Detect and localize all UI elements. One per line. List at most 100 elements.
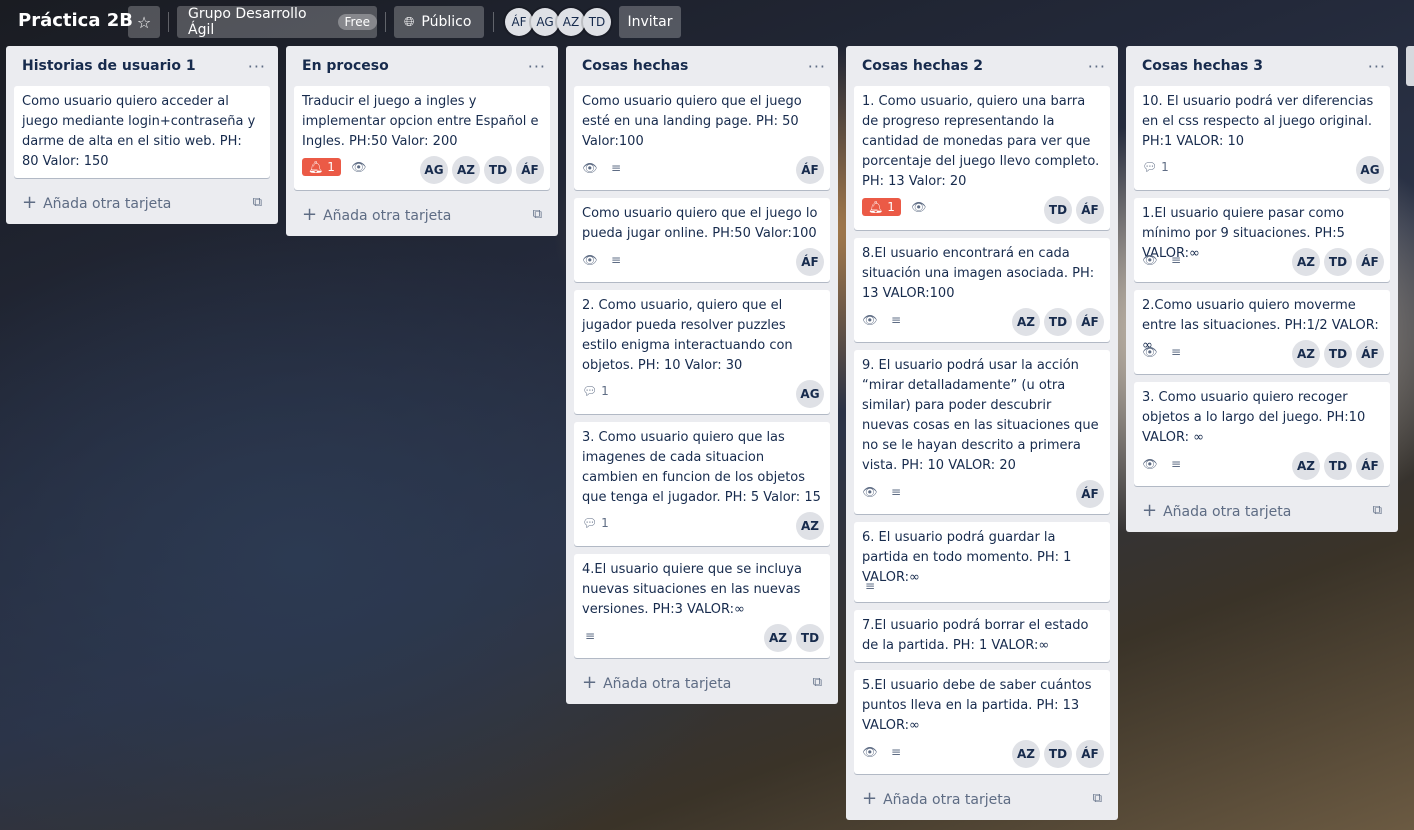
- member-avatar[interactable]: TD: [484, 156, 512, 184]
- card-members: ÁF: [796, 156, 824, 184]
- list-header: Cosas hechas 3 ···: [1126, 46, 1398, 86]
- member-avatar[interactable]: AZ: [557, 8, 585, 36]
- card-title: Traducir el juego a ingles y implementar…: [302, 94, 539, 149]
- team-name: Grupo Desarrollo Ágil: [188, 6, 307, 38]
- member-avatar[interactable]: TD: [1044, 308, 1072, 336]
- card[interactable]: 6. El usuario podrá guardar la partida e…: [854, 522, 1110, 602]
- member-avatar[interactable]: AZ: [1292, 248, 1320, 276]
- member-avatar[interactable]: AG: [531, 8, 559, 36]
- card[interactable]: 2.Como usuario quiero moverme entre las …: [1134, 290, 1390, 374]
- add-card-button[interactable]: + Añada otra tarjeta ⧉: [294, 200, 550, 228]
- list-title[interactable]: Cosas hechas 2: [862, 58, 983, 74]
- add-card-button[interactable]: + Añada otra tarjeta ⧉: [1134, 496, 1390, 524]
- list-menu-icon[interactable]: ···: [1368, 57, 1386, 76]
- comment-icon: 💬︎: [1142, 160, 1158, 174]
- team-button[interactable]: Grupo Desarrollo Ágil Free: [177, 6, 377, 38]
- member-avatar[interactable]: ÁF: [796, 156, 824, 184]
- member-avatar[interactable]: ÁF: [1076, 308, 1104, 336]
- list-menu-icon[interactable]: ···: [248, 57, 266, 76]
- card-template-icon[interactable]: ⧉: [533, 207, 542, 222]
- due-alert-badge: 🔔︎ 1: [862, 198, 901, 216]
- card-badges: 💬︎ 1: [582, 384, 609, 398]
- member-avatar[interactable]: AZ: [452, 156, 480, 184]
- card[interactable]: Como usuario quiero que el juego lo pued…: [574, 198, 830, 282]
- card[interactable]: 1. Como usuario, quiero una barra de pro…: [854, 86, 1110, 230]
- add-list-edge[interactable]: [1406, 46, 1414, 86]
- member-avatar[interactable]: TD: [796, 624, 824, 652]
- card-badges: 🔔︎ 1 👁︎: [862, 198, 927, 216]
- member-avatar[interactable]: ÁF: [505, 8, 533, 36]
- card[interactable]: 3. Como usuario quiero que las imagenes …: [574, 422, 830, 546]
- star-button[interactable]: ☆: [128, 6, 160, 38]
- add-card-button[interactable]: + Añada otra tarjeta ⧉: [854, 784, 1110, 812]
- list-title[interactable]: Cosas hechas 3: [1142, 58, 1263, 74]
- invite-button[interactable]: Invitar: [619, 6, 681, 38]
- member-avatar[interactable]: ÁF: [516, 156, 544, 184]
- card[interactable]: 4.El usuario quiere que se incluya nueva…: [574, 554, 830, 658]
- member-avatar[interactable]: AZ: [1292, 452, 1320, 480]
- card-template-icon[interactable]: ⧉: [1373, 503, 1382, 518]
- list-cosas-hechas: Cosas hechas ··· Como usuario quiero que…: [566, 46, 838, 704]
- list-menu-icon[interactable]: ···: [808, 57, 826, 76]
- member-avatar[interactable]: TD: [583, 8, 611, 36]
- member-avatar[interactable]: TD: [1324, 452, 1352, 480]
- plan-badge: Free: [337, 14, 377, 30]
- member-avatar[interactable]: ÁF: [1076, 196, 1104, 224]
- card-template-icon[interactable]: ⧉: [813, 675, 822, 690]
- list-title[interactable]: En proceso: [302, 58, 389, 74]
- add-card-button[interactable]: + Añada otra tarjeta ⧉: [14, 188, 270, 216]
- card-badges: 👁︎ ≡: [1142, 344, 1184, 360]
- card[interactable]: 3. Como usuario quiero recoger objetos a…: [1134, 382, 1390, 486]
- member-avatar[interactable]: AZ: [1292, 340, 1320, 368]
- card-members: AG AZ TD ÁF: [420, 156, 544, 184]
- card[interactable]: 5.El usuario debe de saber cuántos punto…: [854, 670, 1110, 774]
- member-avatar[interactable]: AZ: [1012, 308, 1040, 336]
- list-title[interactable]: Historias de usuario 1: [22, 58, 196, 74]
- list-title[interactable]: Cosas hechas: [582, 58, 688, 74]
- list-menu-icon[interactable]: ···: [528, 57, 546, 76]
- card[interactable]: 2. Como usuario, quiero que el jugador p…: [574, 290, 830, 414]
- member-avatar[interactable]: ÁF: [1356, 248, 1384, 276]
- add-card-button[interactable]: + Añada otra tarjeta ⧉: [574, 668, 830, 696]
- card[interactable]: Como usuario quiero que el juego esté en…: [574, 86, 830, 190]
- member-avatar[interactable]: ÁF: [1356, 340, 1384, 368]
- member-avatar[interactable]: TD: [1044, 740, 1072, 768]
- comment-badge: 💬︎ 1: [1142, 160, 1169, 174]
- list-menu-icon[interactable]: ···: [1088, 57, 1106, 76]
- bell-icon: 🔔︎: [868, 200, 884, 214]
- card-template-icon[interactable]: ⧉: [1093, 791, 1102, 806]
- member-avatar[interactable]: ÁF: [1356, 452, 1384, 480]
- member-avatar[interactable]: TD: [1324, 248, 1352, 276]
- member-avatar[interactable]: TD: [1324, 340, 1352, 368]
- member-avatar[interactable]: AG: [796, 380, 824, 408]
- card-badges: 💬︎ 1: [1142, 160, 1169, 174]
- globe-icon: 🌐︎: [404, 14, 415, 30]
- card-template-icon[interactable]: ⧉: [253, 195, 262, 210]
- card[interactable]: Como usuario quiero acceder al juego med…: [14, 86, 270, 178]
- visibility-button[interactable]: 🌐︎ Público: [394, 6, 484, 38]
- card[interactable]: 9. El usuario podrá usar la acción “mira…: [854, 350, 1110, 514]
- card-title: 6. El usuario podrá guardar la partida e…: [862, 530, 1072, 585]
- card[interactable]: 7.El usuario podrá borrar el estado de l…: [854, 610, 1110, 662]
- member-avatar[interactable]: AG: [1356, 156, 1384, 184]
- member-avatar[interactable]: TD: [1044, 196, 1072, 224]
- card-title: 4.El usuario quiere que se incluya nueva…: [582, 562, 802, 617]
- card-title: 10. El usuario podrá ver diferencias en …: [1142, 94, 1374, 149]
- member-avatar[interactable]: ÁF: [796, 248, 824, 276]
- card[interactable]: 1.El usuario quiere pasar como mínimo po…: [1134, 198, 1390, 282]
- card-title: 1. Como usuario, quiero una barra de pro…: [862, 94, 1100, 189]
- member-avatar[interactable]: AZ: [764, 624, 792, 652]
- card-badges: 👁︎ ≡: [582, 252, 624, 268]
- member-avatar[interactable]: AG: [420, 156, 448, 184]
- member-avatar[interactable]: AZ: [796, 512, 824, 540]
- member-avatar[interactable]: ÁF: [1076, 740, 1104, 768]
- card-members: AG: [796, 380, 824, 408]
- watch-eye-icon: 👁︎: [862, 313, 878, 327]
- add-card-label: Añada otra tarjeta: [1163, 503, 1292, 520]
- card[interactable]: 10. El usuario podrá ver diferencias en …: [1134, 86, 1390, 190]
- member-avatar[interactable]: ÁF: [1076, 480, 1104, 508]
- card[interactable]: 8.El usuario encontrará en cada situació…: [854, 238, 1110, 342]
- card[interactable]: Traducir el juego a ingles y implementar…: [294, 86, 550, 190]
- member-avatar[interactable]: AZ: [1012, 740, 1040, 768]
- board-title[interactable]: Práctica 2B: [18, 10, 133, 31]
